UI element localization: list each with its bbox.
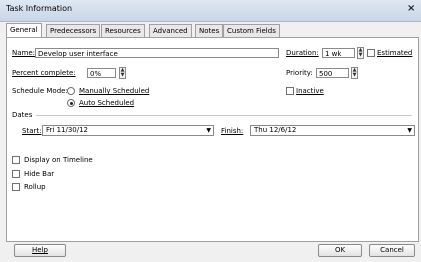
title-bar: Task Information × (0, 0, 421, 22)
name-label-text: Name: (12, 49, 36, 57)
dropdown-arrow-icon[interactable]: ▼ (206, 128, 211, 134)
window-title: Task Information (6, 4, 73, 13)
name-input[interactable]: Develop user interface (35, 48, 279, 58)
rollup-checkbox[interactable] (12, 183, 20, 191)
tab-custom-fields[interactable]: Custom Fields (223, 24, 280, 37)
tab-notes[interactable]: Notes (195, 24, 224, 37)
duration-label: Duration: (286, 49, 319, 57)
auto-radio[interactable] (67, 99, 75, 107)
tab-resources[interactable]: Resources (101, 24, 145, 37)
finish-date-select[interactable]: Thu 12/6/12 ▼ (250, 125, 415, 136)
manual-label: Manually Scheduled (79, 87, 150, 95)
percent-complete-label: Percent complete: (12, 69, 76, 77)
timeline-label: Display on Timeline (24, 156, 93, 164)
dates-divider (36, 115, 412, 116)
finish-label: Finish: (221, 127, 244, 135)
inactive-checkbox[interactable] (286, 87, 294, 95)
timeline-checkbox[interactable] (12, 156, 20, 164)
finish-date-value: Thu 12/6/12 (254, 126, 297, 134)
spin-down-icon[interactable]: ▼ (120, 73, 125, 78)
priority-spinner[interactable]: ▲ ▼ (351, 67, 358, 79)
estimated-checkbox[interactable] (367, 49, 375, 57)
spin-down-icon[interactable]: ▼ (358, 53, 363, 58)
name-label: Name: (12, 49, 35, 57)
percent-complete-input[interactable]: 0% (87, 68, 116, 78)
tab-predecessors[interactable]: Predecessors (46, 24, 101, 37)
duration-spinner[interactable]: ▲ ▼ (357, 47, 364, 59)
priority-label: Priority: (286, 69, 313, 77)
duration-input[interactable]: 1 wk (322, 48, 355, 58)
start-date-select[interactable]: Fri 11/30/12 ▼ (42, 125, 214, 136)
percent-spinner[interactable]: ▲ ▼ (119, 67, 126, 79)
hide-bar-label: Hide Bar (24, 170, 55, 178)
help-button-label: Help (32, 246, 48, 254)
hide-bar-checkbox[interactable] (12, 170, 20, 178)
priority-input[interactable]: 500 (316, 68, 349, 78)
tab-advanced[interactable]: Advanced (149, 24, 192, 37)
start-date-value: Fri 11/30/12 (46, 126, 89, 134)
estimated-label: Estimated (377, 49, 413, 57)
dropdown-arrow-icon[interactable]: ▼ (407, 128, 412, 134)
spin-down-icon[interactable]: ▼ (352, 73, 357, 78)
tab-general[interactable]: General (6, 23, 42, 37)
start-label: Start: (22, 127, 42, 135)
dates-section-label: Dates (12, 111, 33, 119)
inactive-label: Inactive (296, 87, 324, 95)
cancel-button[interactable]: Cancel (369, 244, 415, 257)
rollup-label: Rollup (24, 183, 46, 191)
ok-button[interactable]: OK (318, 244, 362, 257)
help-button[interactable]: Help (14, 244, 66, 257)
manual-radio[interactable] (67, 87, 75, 95)
auto-label: Auto Scheduled (79, 99, 135, 107)
schedule-mode-label: Schedule Mode: (12, 87, 68, 95)
close-icon[interactable]: × (407, 3, 415, 14)
